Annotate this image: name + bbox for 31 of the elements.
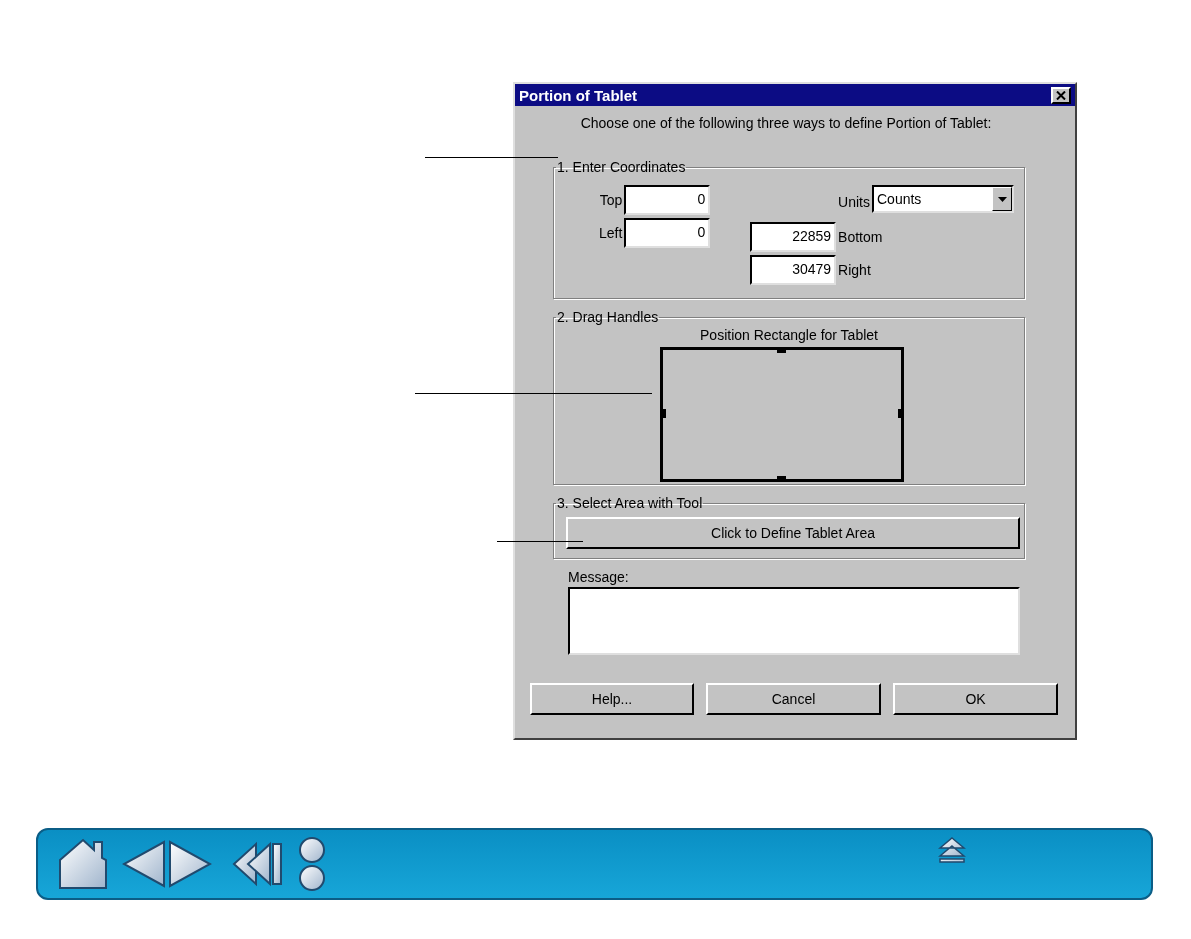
field-label: Units bbox=[838, 194, 870, 210]
dialog-button[interactable]: Help... bbox=[530, 683, 694, 715]
field-label: Bottom bbox=[838, 229, 883, 245]
field-label: Left bbox=[599, 225, 623, 241]
close-icon bbox=[1056, 90, 1066, 100]
dialog-button[interactable]: Cancel bbox=[706, 683, 881, 715]
coordinate-input[interactable]: 0 bbox=[624, 185, 711, 215]
define-area-button[interactable]: Click to Define Tablet Area bbox=[566, 517, 1020, 549]
home-icon[interactable] bbox=[58, 838, 108, 890]
dropdown-arrow-icon bbox=[997, 196, 1007, 202]
group-title: 1. Enter Coordinates bbox=[556, 159, 687, 175]
field-label: Right bbox=[838, 262, 871, 278]
window-title: Portion of Tablet bbox=[519, 86, 638, 104]
coordinate-input[interactable]: 30479 bbox=[750, 255, 837, 285]
previous-page-icon[interactable] bbox=[122, 840, 166, 888]
circles-icon[interactable] bbox=[298, 835, 326, 893]
eject-icon[interactable] bbox=[938, 836, 966, 864]
dialog-button[interactable]: OK bbox=[893, 683, 1058, 715]
position-rectangle[interactable] bbox=[660, 347, 904, 482]
close-button[interactable] bbox=[1051, 86, 1071, 104]
coordinate-input[interactable]: 22859 bbox=[750, 222, 837, 252]
units-dropdown[interactable]: Counts bbox=[872, 185, 1014, 213]
group-title: 2. Drag Handles bbox=[556, 309, 660, 325]
message-label: Message: bbox=[568, 569, 630, 585]
instruction-text: Choose one of the following three ways to define Portion of Tablet: bbox=[579, 115, 993, 133]
coordinate-input[interactable]: 0 bbox=[624, 218, 711, 248]
field-label: Top bbox=[599, 192, 623, 208]
next-page-icon[interactable] bbox=[168, 840, 212, 888]
rectangle-caption: Position Rectangle for Tablet bbox=[700, 327, 878, 343]
group-title: 3. Select Area with Tool bbox=[556, 495, 704, 511]
back-icon[interactable] bbox=[232, 840, 284, 888]
